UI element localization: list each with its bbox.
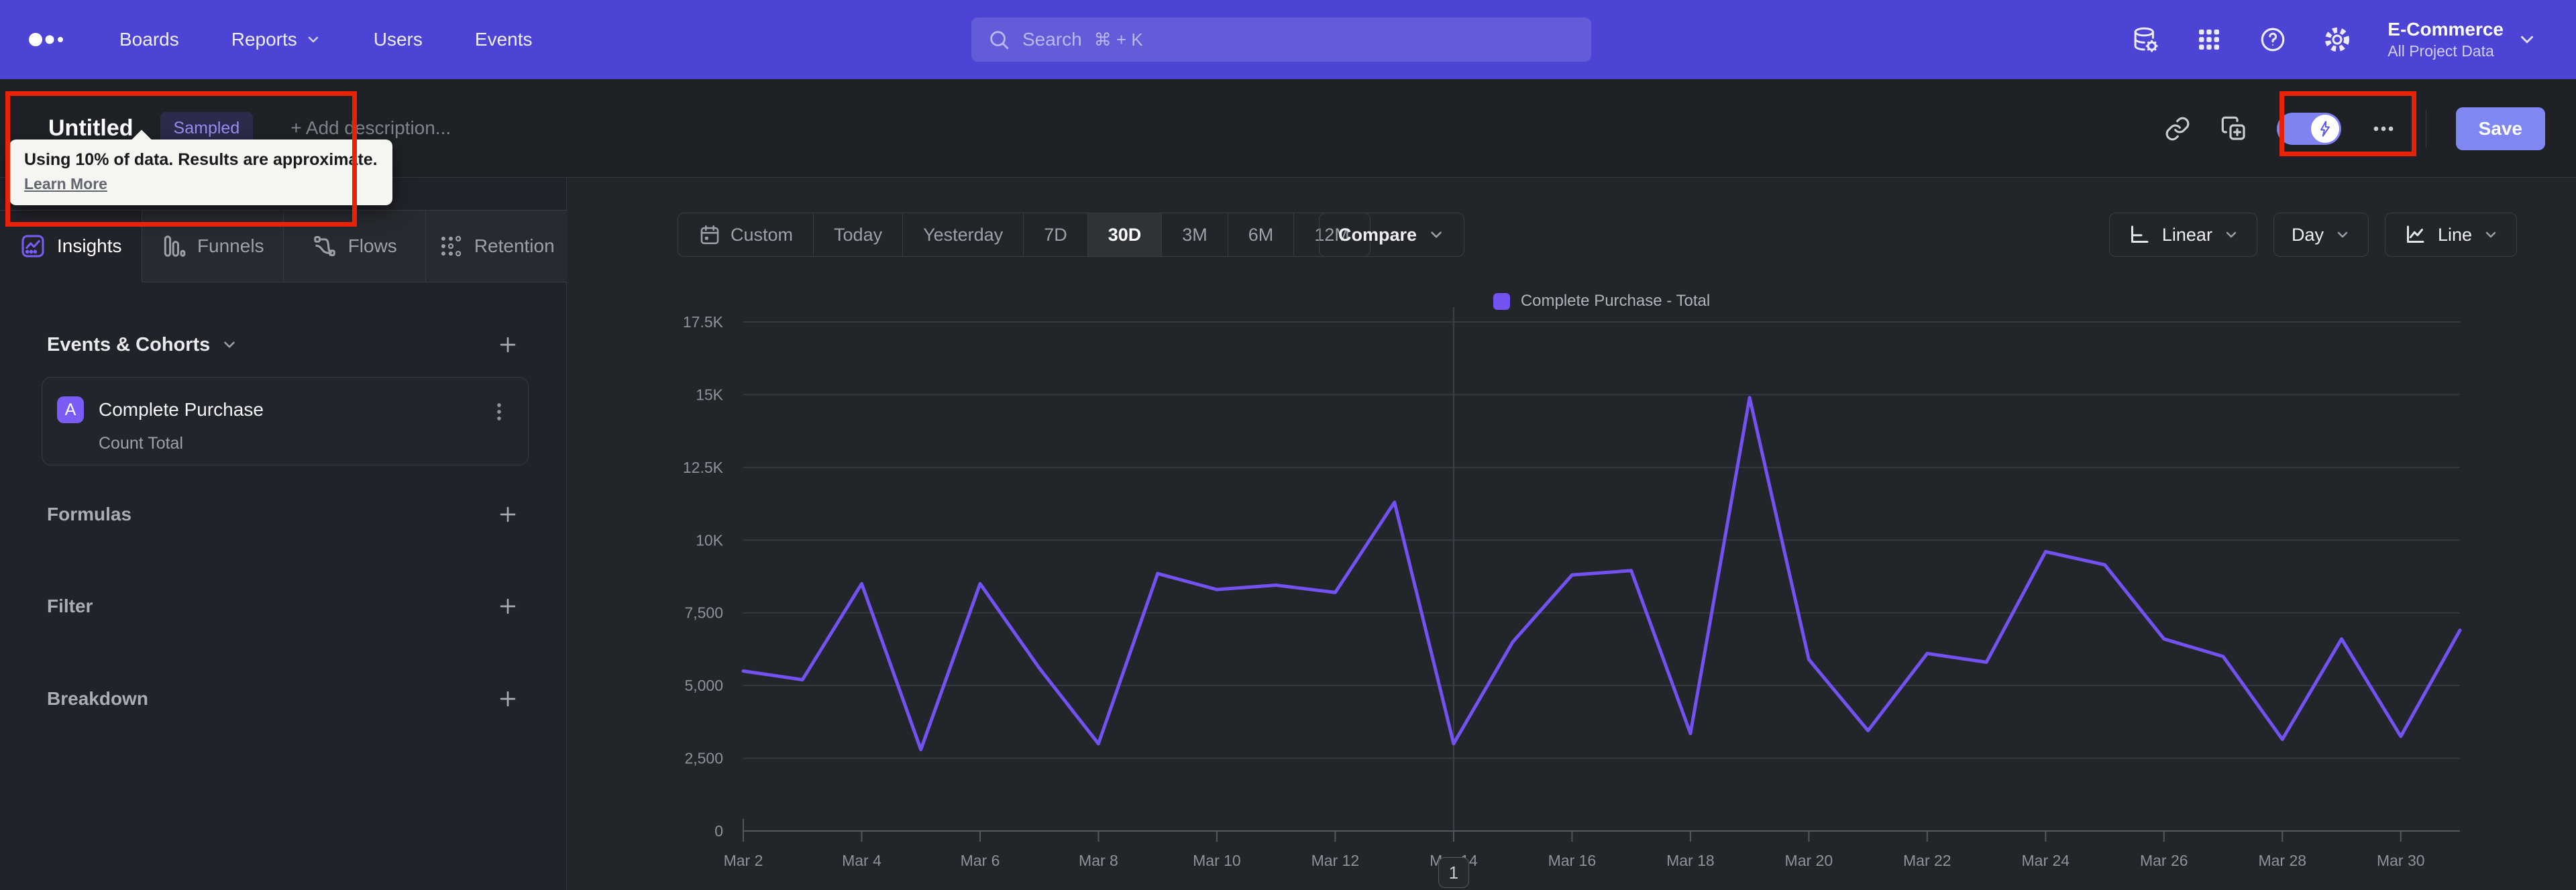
- sampling-tooltip: Using 10% of data. Results are approxima…: [9, 140, 392, 205]
- x-tick-label: Mar 6: [961, 852, 1000, 869]
- search-input[interactable]: Search ⌘ + K: [971, 17, 1591, 62]
- search-shortcut: ⌘ + K: [1093, 29, 1143, 50]
- add-description[interactable]: + Add description...: [290, 117, 451, 139]
- y-tick-label: 2,500: [684, 750, 723, 767]
- apps-grid-icon[interactable]: [2196, 26, 2222, 53]
- top-nav: Boards Reports Users Events Search ⌘ + K E-…: [0, 0, 2576, 79]
- chevron-down-icon: [305, 32, 321, 48]
- tab-label: Insights: [57, 235, 122, 256]
- settings-gear-icon[interactable]: [2323, 25, 2351, 54]
- share-link-icon[interactable]: [2164, 115, 2191, 142]
- tab-label: Flows: [347, 235, 397, 256]
- data-management-icon[interactable]: [2131, 25, 2159, 54]
- flows-icon: [312, 233, 337, 259]
- x-tick-label: Mar 4: [842, 852, 881, 869]
- section-label: Formulas: [47, 504, 132, 524]
- x-tick-label: Mar 30: [2377, 852, 2425, 869]
- section-filter: Filter: [47, 595, 519, 618]
- more-options-icon[interactable]: [2371, 116, 2396, 142]
- report-title[interactable]: Untitled: [48, 115, 133, 142]
- y-tick-label: 10K: [696, 531, 724, 549]
- tab-insights[interactable]: Insights: [0, 211, 142, 282]
- nav-item-label: Users: [373, 29, 423, 50]
- x-tick-label: Mar 24: [2022, 852, 2070, 869]
- x-tick-label: Mar 16: [1548, 852, 1597, 869]
- series-line: [741, 396, 2462, 752]
- add-filter-button[interactable]: [496, 595, 519, 618]
- nav-right-group: E-Commerce All Project Data: [2131, 0, 2537, 79]
- sampling-toggle[interactable]: [2276, 112, 2341, 145]
- query-builder-sidebar: Insights Funnels Flows Retention Events & C…: [0, 178, 567, 890]
- tab-flows[interactable]: Flows: [284, 211, 426, 282]
- report-actions: Save: [2164, 79, 2545, 178]
- events-section-title[interactable]: Events & Cohorts: [47, 334, 210, 356]
- nav-item-boards[interactable]: Boards: [119, 29, 179, 50]
- x-tick-label: Mar 10: [1193, 852, 1241, 869]
- x-tick-label: Mar 28: [2258, 852, 2306, 869]
- add-formulas-button[interactable]: [496, 503, 519, 526]
- x-tick-label: Mar 12: [1311, 852, 1360, 869]
- chart-svg: 0 2,500 5,000 7,500 10K 12.5K 15K 17.5K Mar 2 Mar…: [683, 307, 2462, 869]
- x-tick-label: Mar 8: [1079, 852, 1118, 869]
- x-tick-label: Mar 26: [2140, 852, 2188, 869]
- save-button[interactable]: Save: [2455, 107, 2545, 150]
- add-breakdown-button[interactable]: [496, 687, 519, 710]
- section-formulas: Formulas: [47, 503, 519, 526]
- x-tick-label: Mar 22: [1903, 852, 1951, 869]
- lightning-bolt-icon: [2310, 114, 2339, 143]
- section-label: Breakdown: [47, 688, 148, 709]
- search-icon: [987, 28, 1010, 51]
- nav-item-label: Events: [474, 29, 533, 50]
- retention-icon: [438, 233, 464, 259]
- funnels-icon: [161, 233, 186, 259]
- logo-dots-icon: [29, 33, 63, 46]
- tab-label: Retention: [474, 235, 555, 256]
- event-name: Complete Purchase: [99, 399, 264, 420]
- nav-item-events[interactable]: Events: [475, 29, 533, 50]
- chevron-down-icon: [2517, 30, 2537, 50]
- x-tick-label: Mar 18: [1666, 852, 1715, 869]
- x-tick-label: Mar 2: [724, 852, 763, 869]
- nav-menu: Boards Reports Users Events: [119, 29, 533, 50]
- y-tick-label: 7,500: [684, 604, 723, 622]
- copy-to-board-icon[interactable]: [2220, 115, 2247, 142]
- add-event-button[interactable]: [496, 333, 519, 356]
- event-metric[interactable]: Count Total: [99, 434, 183, 453]
- nav-item-users[interactable]: Users: [374, 29, 423, 50]
- y-tick-label: 5,000: [684, 677, 723, 694]
- events-section-header: Events & Cohorts: [47, 333, 519, 356]
- project-selector[interactable]: E-Commerce All Project Data: [2387, 18, 2537, 60]
- section-breakdown: Breakdown: [47, 687, 519, 710]
- event-letter-badge: A: [57, 396, 84, 423]
- help-icon[interactable]: [2259, 25, 2287, 54]
- y-tick-label: 15K: [696, 386, 724, 403]
- y-tick-label: 12.5K: [683, 459, 724, 476]
- tab-label: Funnels: [197, 235, 264, 256]
- report-type-tabs: Insights Funnels Flows Retention: [0, 210, 567, 282]
- project-name: E-Commerce: [2387, 19, 2504, 40]
- event-card[interactable]: A Complete Purchase Count Total: [42, 377, 529, 465]
- insights-icon: [19, 233, 46, 260]
- learn-more-link[interactable]: Learn More: [24, 175, 107, 193]
- section-label: Filter: [47, 596, 93, 616]
- search-placeholder: Search: [1022, 29, 1082, 50]
- project-scope: All Project Data: [2387, 42, 2494, 60]
- y-tick-label: 17.5K: [683, 313, 724, 331]
- chevron-down-icon[interactable]: [221, 336, 238, 353]
- event-options-icon[interactable]: [488, 400, 511, 423]
- nav-item-label: Reports: [231, 29, 297, 50]
- chart-panel: Custom Today Yesterday 7D 30D 3M 6M 12M Compare…: [568, 178, 2576, 890]
- y-tick-label: 0: [714, 822, 723, 840]
- x-tick-label: Mar 20: [1785, 852, 1833, 869]
- nav-item-reports[interactable]: Reports: [231, 29, 321, 50]
- nav-item-label: Boards: [119, 29, 179, 50]
- tab-funnels[interactable]: Funnels: [142, 211, 284, 282]
- mixpanel-logo[interactable]: [28, 30, 71, 49]
- annotation-chip[interactable]: 1: [1438, 857, 1469, 888]
- tooltip-text: Using 10% of data. Results are approxima…: [24, 150, 378, 169]
- tab-retention[interactable]: Retention: [425, 211, 567, 282]
